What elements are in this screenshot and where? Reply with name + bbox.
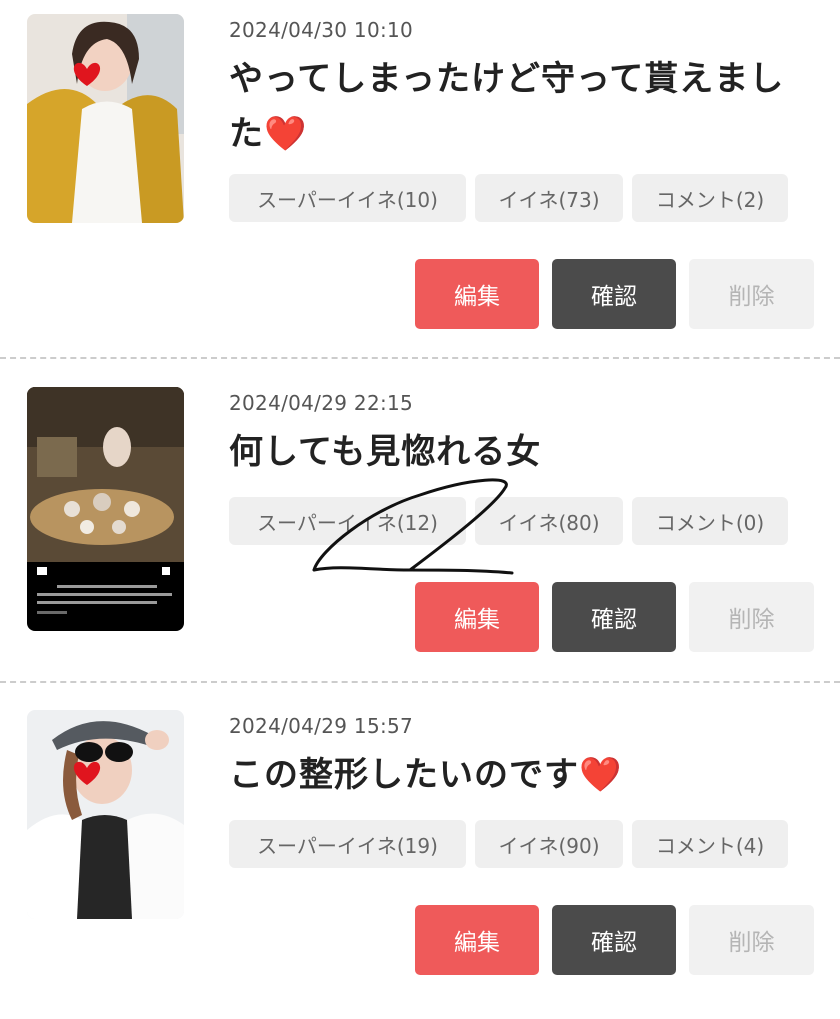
post-thumbnail[interactable] [27, 14, 184, 223]
post-item: 2024/04/30 10:10 やってしまったけど守って貰えました❤️ スーパ… [0, 0, 840, 329]
post-divider [0, 357, 840, 359]
post-title-text: 何しても見惚れる女 [229, 432, 542, 472]
post-date: 2024/04/29 22:15 [229, 391, 414, 415]
comment-count[interactable]: コメント(0) [632, 497, 788, 545]
like-count[interactable]: イイネ(90) [475, 820, 623, 868]
post-title-text: やってしまったけど守って貰えました [229, 59, 785, 154]
post-thumbnail[interactable] [27, 387, 184, 631]
like-count[interactable]: イイネ(73) [475, 174, 623, 222]
post-thumbnail[interactable] [27, 710, 184, 919]
post-divider [0, 681, 840, 683]
reaction-counts: スーパーイイネ(19) イイネ(90) コメント(4) [229, 820, 797, 868]
confirm-button[interactable]: 確認 [552, 905, 676, 975]
edit-button[interactable]: 編集 [415, 259, 539, 329]
post-actions: 編集 確認 削除 [415, 582, 827, 652]
edit-button[interactable]: 編集 [415, 582, 539, 652]
confirm-button[interactable]: 確認 [552, 582, 676, 652]
super-like-count[interactable]: スーパーイイネ(19) [229, 820, 466, 868]
comment-count[interactable]: コメント(4) [632, 820, 788, 868]
delete-button[interactable]: 削除 [689, 582, 814, 652]
post-title[interactable]: やってしまったけど守って貰えました❤️ [229, 52, 819, 162]
confirm-button[interactable]: 確認 [552, 259, 676, 329]
delete-button[interactable]: 削除 [689, 259, 814, 329]
reaction-counts: スーパーイイネ(10) イイネ(73) コメント(2) [229, 174, 797, 222]
post-date: 2024/04/30 10:10 [229, 18, 414, 42]
scribble-annotation [312, 478, 514, 575]
post-item: 2024/04/29 15:57 この整形したいのです❤️ スーパーイイネ(19… [0, 696, 840, 1019]
post-actions: 編集 確認 削除 [415, 259, 827, 329]
super-like-count[interactable]: スーパーイイネ(10) [229, 174, 466, 222]
heart-icon: ❤️ [264, 114, 308, 154]
post-title-text: この整形したいのです [229, 755, 579, 795]
post-actions: 編集 確認 削除 [415, 905, 827, 975]
post-title[interactable]: この整形したいのです❤️ [229, 748, 819, 803]
heart-icon: ❤️ [579, 755, 623, 795]
delete-button[interactable]: 削除 [689, 905, 814, 975]
comment-count[interactable]: コメント(2) [632, 174, 788, 222]
edit-button[interactable]: 編集 [415, 905, 539, 975]
post-date: 2024/04/29 15:57 [229, 714, 414, 738]
